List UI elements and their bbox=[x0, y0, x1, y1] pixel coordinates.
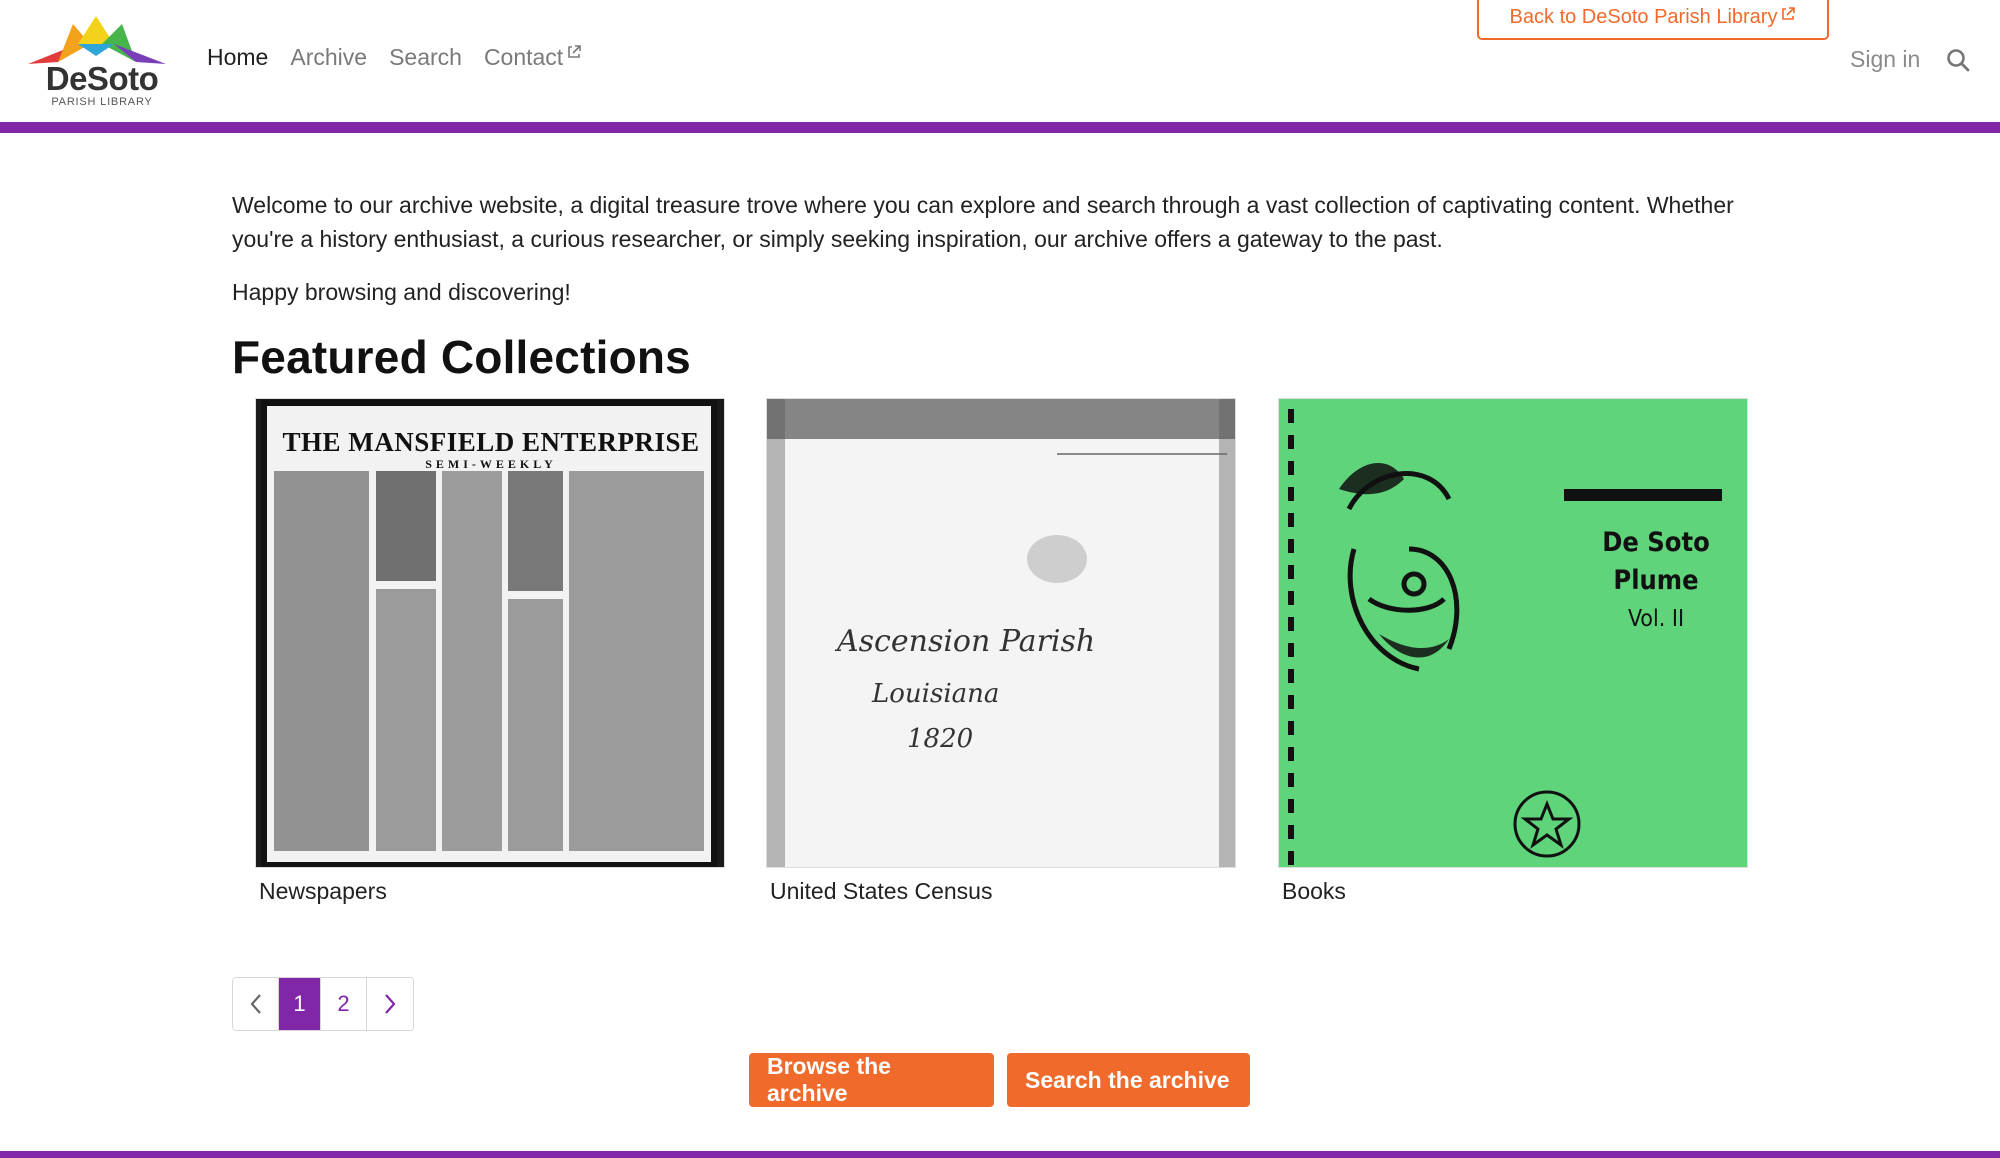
header-divider bbox=[0, 122, 2000, 133]
back-to-library-button[interactable]: Back to DeSoto Parish Library bbox=[1477, 0, 1829, 40]
footer-divider bbox=[0, 1151, 2000, 1158]
pagination-page-1[interactable]: 1 bbox=[279, 978, 321, 1030]
main-nav: Home Archive Search Contact bbox=[207, 44, 604, 71]
census-handwriting-line1: Ascension Parish bbox=[837, 624, 1096, 659]
census-handwriting-line3: 1820 bbox=[907, 724, 974, 754]
pagination-prev-button[interactable] bbox=[233, 978, 279, 1030]
logo-word: DeSoto bbox=[45, 60, 159, 97]
nav-contact[interactable]: Contact bbox=[484, 44, 582, 71]
collection-label-census[interactable]: United States Census bbox=[770, 878, 1236, 905]
newspapers-thumbnail[interactable]: THE MANSFIELD ENTERPRISE SEMI-WEEKLY bbox=[255, 398, 725, 868]
nav-search[interactable]: Search bbox=[389, 44, 462, 71]
search-icon[interactable] bbox=[1945, 47, 1971, 73]
pagination-next-button[interactable] bbox=[367, 978, 413, 1030]
chevron-right-icon bbox=[385, 994, 396, 1014]
back-to-library-label: Back to DeSoto Parish Library bbox=[1509, 5, 1778, 28]
nav-home[interactable]: Home bbox=[207, 44, 268, 71]
census-handwriting-line2: Louisiana bbox=[872, 679, 1000, 709]
intro-paragraph: Welcome to our archive website, a digita… bbox=[232, 192, 1734, 252]
book-cover-title-line3: Vol. II bbox=[1627, 606, 1685, 632]
book-cover-title: De Soto Plume Vol. II bbox=[1601, 524, 1711, 638]
books-thumbnail[interactable]: De Soto Plume Vol. II bbox=[1278, 398, 1748, 868]
search-archive-button[interactable]: Search the archive bbox=[1007, 1053, 1250, 1107]
pagination-page-2[interactable]: 2 bbox=[321, 978, 367, 1030]
pagination: 1 2 bbox=[232, 977, 414, 1031]
collection-card-books[interactable]: De Soto Plume Vol. II Books bbox=[1278, 398, 1748, 905]
newspaper-subhead: SEMI-WEEKLY bbox=[425, 457, 557, 471]
chevron-left-icon bbox=[250, 994, 261, 1014]
archive-actions: Browse the archive Search the archive bbox=[749, 1053, 1250, 1107]
external-link-icon bbox=[1782, 7, 1796, 20]
site-header: DeSoto PARISH LIBRARY Home Archive Searc… bbox=[0, 0, 2000, 122]
book-cover-title-line1: De Soto bbox=[1602, 527, 1710, 558]
happy-browsing-text: Happy browsing and discovering! bbox=[232, 279, 571, 305]
browse-archive-button[interactable]: Browse the archive bbox=[749, 1053, 994, 1107]
collection-card-census[interactable]: Ascension Parish Louisiana 1820 United S… bbox=[766, 398, 1236, 905]
collection-card-newspapers[interactable]: THE MANSFIELD ENTERPRISE SEMI-WEEKLY New… bbox=[255, 398, 725, 905]
logo-subtitle: PARISH LIBRARY bbox=[51, 96, 153, 108]
book-cover-title-line2: Plume bbox=[1613, 565, 1699, 596]
external-link-icon bbox=[568, 45, 582, 58]
collection-label-books[interactable]: Books bbox=[1282, 878, 1748, 905]
desoto-logo[interactable]: DeSoto PARISH LIBRARY bbox=[18, 14, 174, 110]
featured-collections-heading: Featured Collections bbox=[232, 331, 691, 383]
collection-label-newspapers[interactable]: Newspapers bbox=[259, 878, 725, 905]
nav-archive[interactable]: Archive bbox=[290, 44, 367, 71]
census-thumbnail[interactable]: Ascension Parish Louisiana 1820 bbox=[766, 398, 1236, 868]
sign-in-link[interactable]: Sign in bbox=[1850, 46, 1920, 73]
nav-contact-label: Contact bbox=[483, 44, 564, 70]
newspaper-masthead: THE MANSFIELD ENTERPRISE bbox=[282, 427, 700, 457]
